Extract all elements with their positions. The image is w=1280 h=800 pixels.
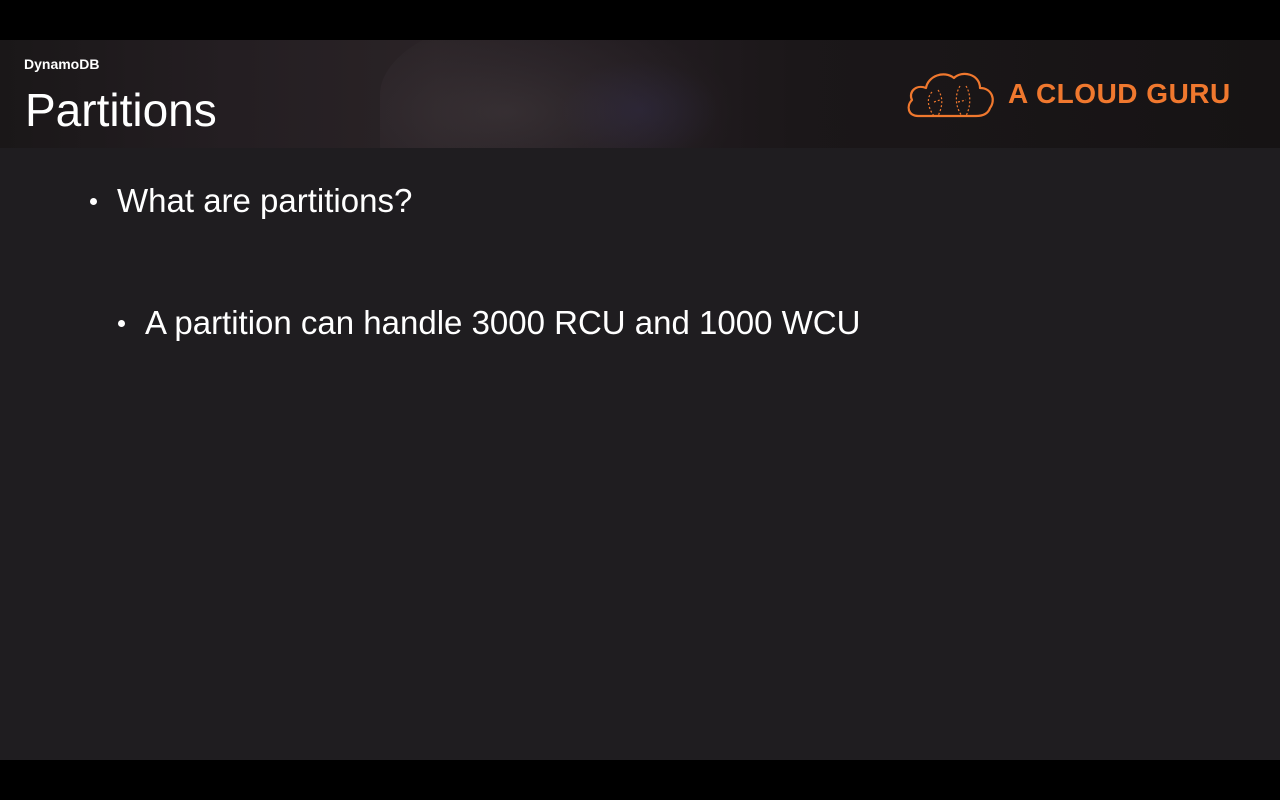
letterbox-bottom: [0, 760, 1280, 800]
presenter-video-overlay-shadow: [560, 60, 720, 148]
slide-header: DynamoDB Partitions A CLOUD GURU: [0, 40, 1280, 148]
cloud-icon: [907, 72, 994, 118]
bullet-dot-icon: [118, 319, 125, 327]
brand-name: A CLOUD GURU: [1008, 78, 1231, 109]
letterbox-top: [0, 0, 1280, 40]
bullet-dot-icon: [90, 197, 97, 205]
bullet-text: What are partitions?: [117, 182, 413, 219]
bullet-text: A partition can handle 3000 RCU and 1000…: [145, 304, 861, 341]
slide: DynamoDB Partitions A CLOUD GURU What ar…: [0, 40, 1280, 760]
slide-title: Partitions: [25, 84, 217, 136]
sub-bullet-item: A partition can handle 3000 RCU and 1000…: [118, 304, 860, 342]
section-label: DynamoDB: [24, 56, 100, 72]
bullet-item: What are partitions?: [90, 182, 412, 220]
brand-logo: A CLOUD GURU: [904, 66, 1231, 122]
